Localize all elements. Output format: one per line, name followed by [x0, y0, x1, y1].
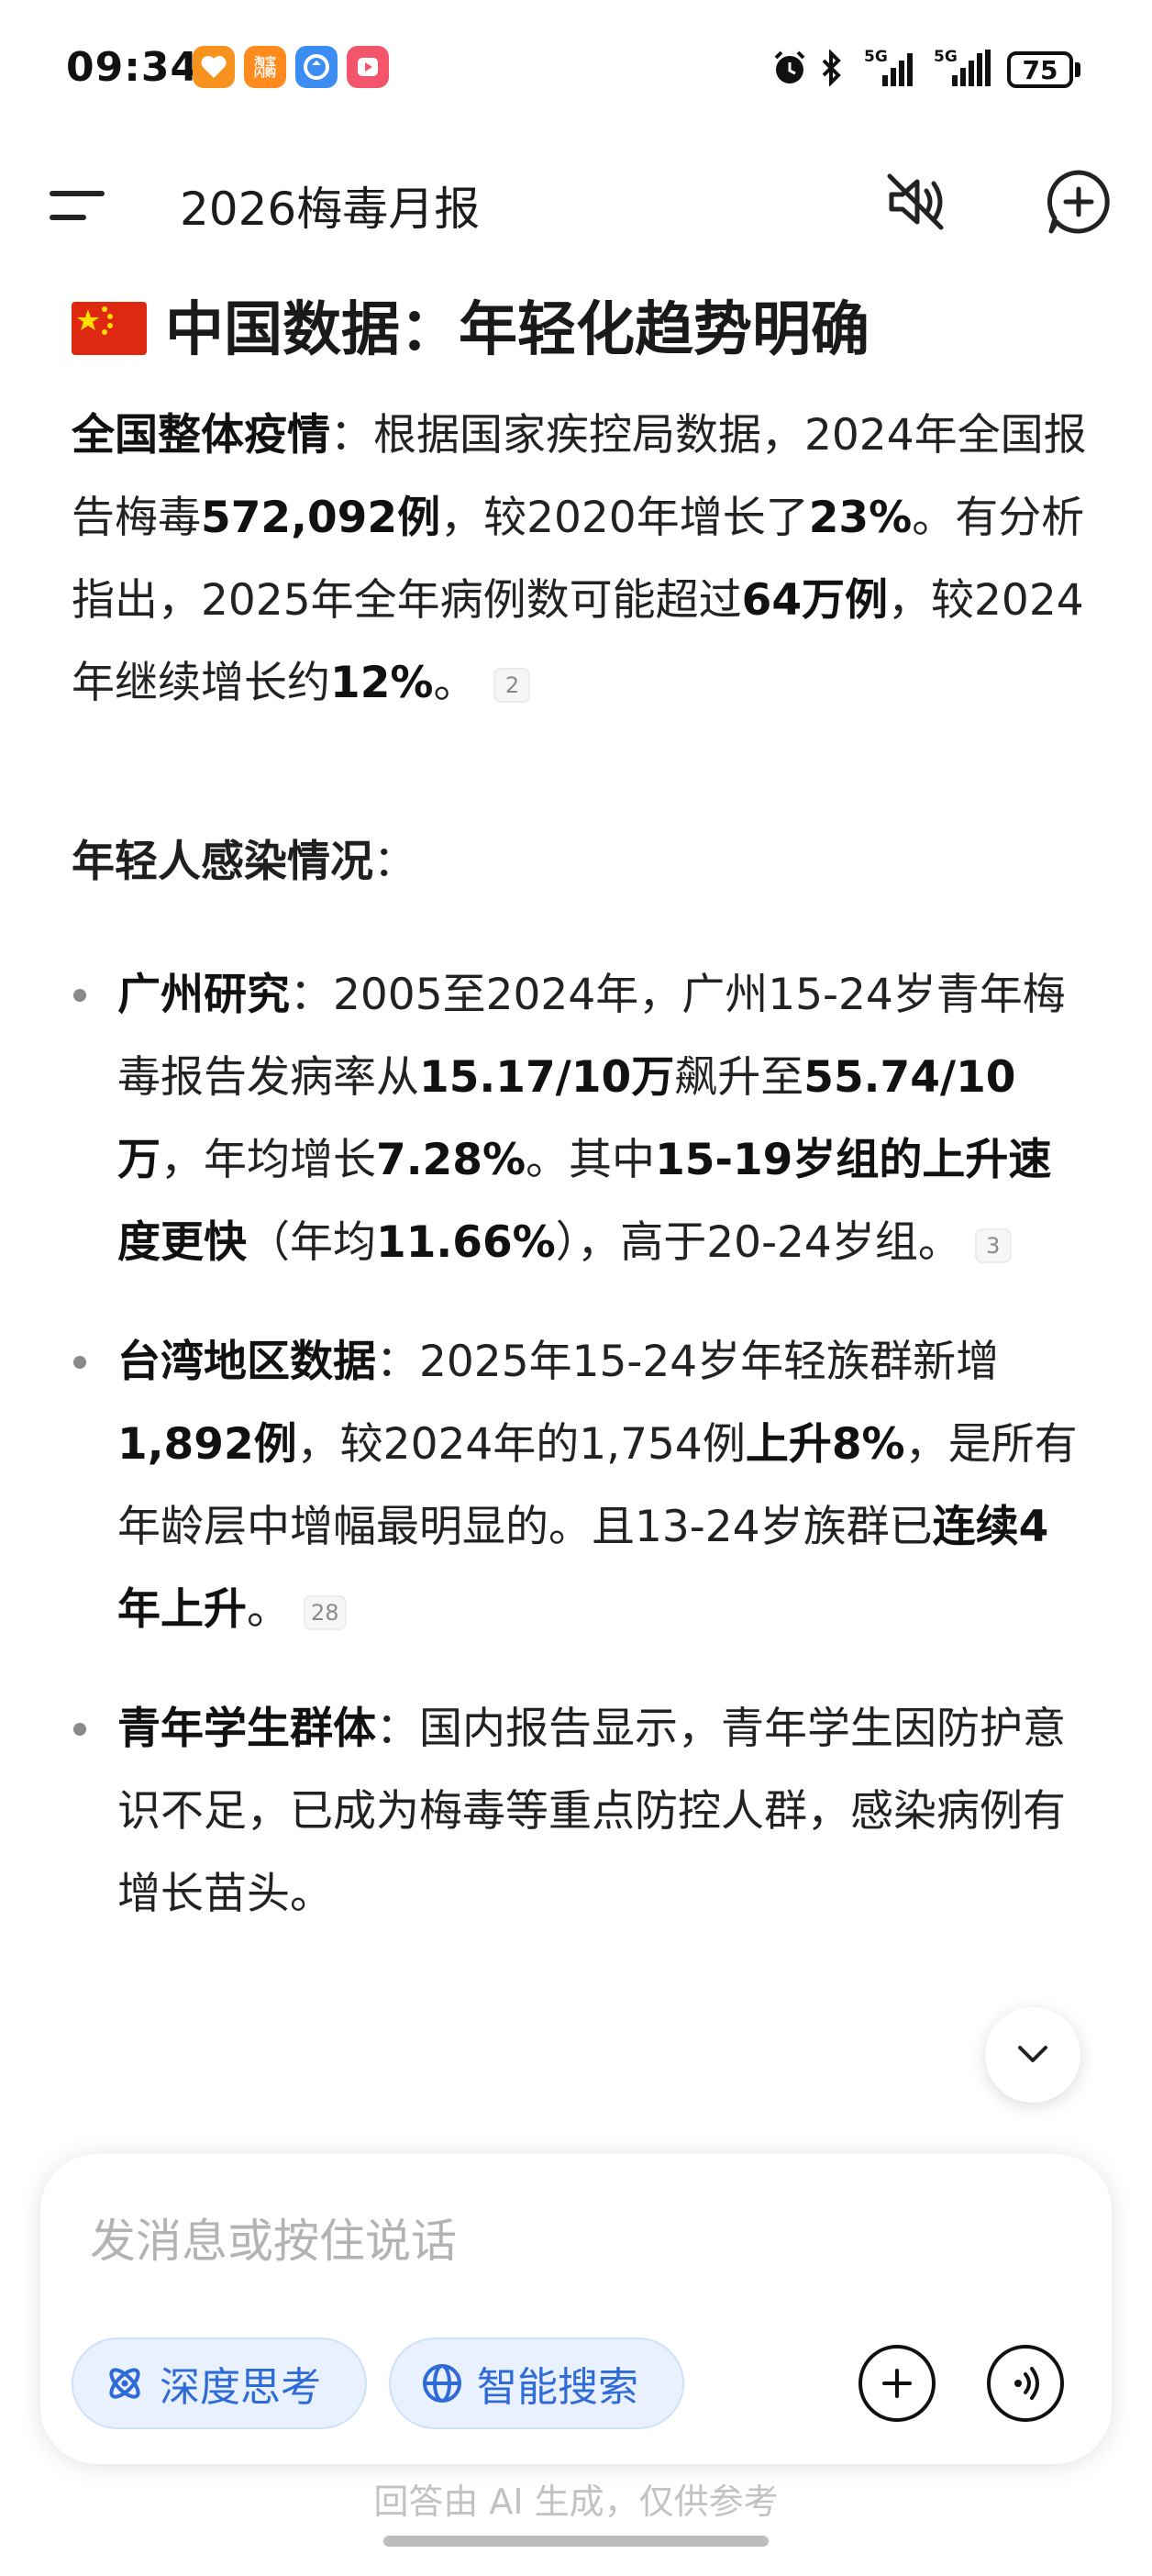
orange-app-icon [193, 46, 235, 88]
list-text: 。其中 [526, 1135, 656, 1185]
message-input[interactable] [88, 2204, 917, 2279]
status-bar: 09:34 淘宝 闪购 5G 5G 75 [0, 0, 1152, 138]
plus-icon [882, 2369, 912, 2398]
menu-icon [50, 191, 105, 196]
list-highlight: 7.28% [376, 1135, 526, 1185]
list-text: （年均 [247, 1217, 376, 1268]
subhead-label: 年轻人感染情况 [72, 837, 373, 887]
china-flag-icon [72, 302, 147, 355]
ai-disclaimer: 回答由 AI 生成，仅供参考 [373, 2482, 779, 2522]
deep-think-chip[interactable]: 深度思考 [72, 2337, 367, 2429]
signal-5g-label-1: 5G [864, 48, 888, 66]
list-text: 。 [247, 1584, 290, 1635]
list-item-label: 台湾地区数据 [117, 1337, 376, 1387]
list-highlight: 11.66% [376, 1217, 556, 1268]
young-people-subhead: 年轻人感染情况： [72, 826, 1090, 899]
battery-indicator: 75 [1007, 51, 1073, 88]
answer-content: 中国数据：年轻化趋势明确 全国整体疫情：根据国家疾控局数据，2024年全国报告梅… [72, 284, 1090, 1972]
citation-badge[interactable]: 28 [303, 1594, 347, 1630]
para-text: ，较2020年增长了 [440, 493, 809, 543]
composer-card: 深度思考 智能搜索 [40, 2154, 1112, 2464]
national-situation-paragraph: 全国整体疫情：根据国家疾控局数据，2024年全国报告梅毒572,092例，较20… [72, 394, 1090, 725]
list-highlight: 1,892例 [117, 1419, 297, 1470]
list-text: 飙升至 [674, 1052, 804, 1103]
section-title: 中国数据：年轻化趋势明确 [72, 284, 1090, 376]
smart-search-chip[interactable]: 智能搜索 [389, 2337, 684, 2429]
para-highlight: 23% [808, 493, 913, 543]
smart-search-label: 智能搜索 [477, 2364, 638, 2411]
signal-5g-label-2: 5G [934, 48, 958, 66]
list-item-label: 青年学生群体 [117, 1704, 376, 1754]
citation-badge[interactable]: 2 [493, 667, 531, 703]
taobao-flash-label: 淘宝 闪购 [253, 55, 276, 79]
bottom-fade [0, 2092, 1152, 2156]
menu-button[interactable] [50, 183, 105, 224]
list-item-students: 青年学生群体：国内报告显示，青年学生因防护意识不足，已成为梅毒等重点防控人群，感… [72, 1688, 1090, 1936]
list-text: ：2025年15-24岁年轻族群新增 [376, 1337, 1000, 1387]
globe-icon [423, 2364, 461, 2403]
mute-button[interactable] [879, 165, 952, 239]
app-header: 2026梅毒月报 [0, 156, 1152, 248]
bluetooth-icon [818, 48, 846, 88]
section-title-text: 中国数据：年轻化趋势明确 [165, 296, 870, 364]
atom-icon [109, 2368, 140, 2399]
subhead-colon: ： [373, 837, 416, 887]
alarm-icon [770, 48, 809, 88]
voice-call-button[interactable] [987, 2345, 1064, 2422]
video-app-icon [347, 46, 389, 88]
list-highlight: 上升8% [745, 1419, 905, 1470]
chevron-down-icon [1018, 2046, 1047, 2062]
page-title: 2026梅毒月报 [180, 183, 481, 236]
home-indicator[interactable] [383, 2536, 769, 2547]
new-chat-plus-icon [1047, 170, 1110, 234]
para-highlight: 12% [330, 658, 434, 708]
list-text: ，较2024年的1,754例 [296, 1419, 746, 1470]
scroll-to-bottom-button[interactable] [985, 2007, 1080, 2103]
para-highlight: 64万例 [741, 575, 889, 626]
findings-list: 广州研究：2005至2024年，广州15-24岁青年梅毒报告发病率从15.17/… [72, 954, 1090, 1936]
menu-icon-line [50, 215, 86, 220]
blue-sync-app-icon [295, 46, 338, 88]
para-text: 。 [433, 658, 477, 708]
speaker-muted-icon [887, 173, 944, 230]
voice-wave-icon [1014, 2367, 1039, 2400]
list-highlight: 15.17/10万 [419, 1052, 675, 1103]
citation-badge[interactable]: 3 [974, 1227, 1012, 1263]
national-situation-label: 全国整体疫情 [72, 410, 330, 461]
status-time: 09:34 [66, 44, 200, 91]
list-item-guangzhou: 广州研究：2005至2024年，广州15-24岁青年梅毒报告发病率从15.17/… [72, 954, 1090, 1284]
list-item-label: 广州研究 [117, 970, 290, 1020]
taobao-flash-icon: 淘宝 闪购 [244, 46, 286, 88]
battery-tip [1075, 62, 1080, 77]
list-text: ，年均增长 [161, 1135, 376, 1185]
list-item-taiwan: 台湾地区数据：2025年15-24岁年轻族群新增 1,892例，较2024年的1,… [72, 1321, 1090, 1651]
para-highlight: 572,092例 [201, 493, 441, 543]
new-chat-button[interactable] [1042, 165, 1115, 239]
attach-button[interactable] [858, 2345, 936, 2422]
list-text: ），高于20-24岁组。 [555, 1217, 961, 1268]
deep-think-label: 深度思考 [160, 2364, 321, 2411]
